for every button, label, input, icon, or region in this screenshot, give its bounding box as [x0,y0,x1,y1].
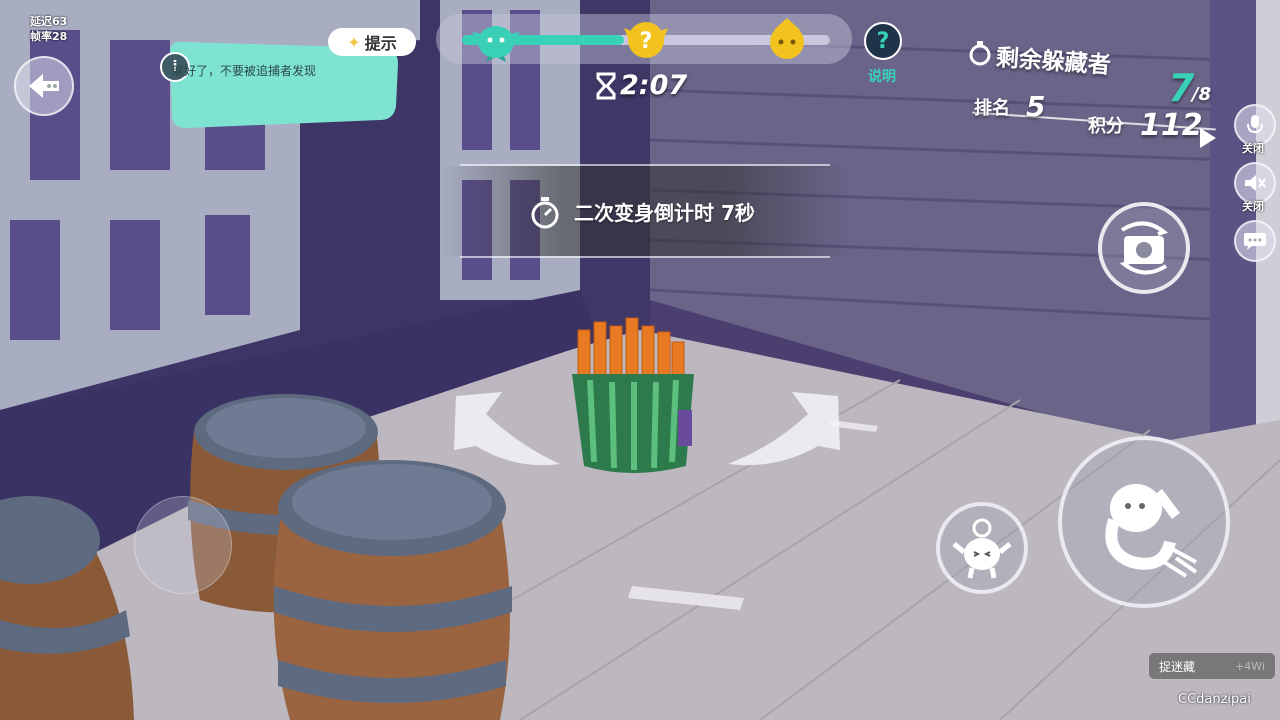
stopwatch-small-icon [969,41,991,66]
svg-text:?: ? [640,29,653,54]
barrel-front [273,460,512,720]
chat-button[interactable] [1234,220,1276,262]
movement-joystick[interactable] [134,496,232,594]
help-button[interactable]: ? [864,22,902,60]
mic-label: 关闭 [1242,142,1264,155]
hide-and-seek-label: 捉迷藏 [1159,659,1196,674]
question-icon: ? [876,28,890,54]
mascot-dash-icon [1105,484,1198,578]
camera-swap-button[interactable] [1098,202,1190,294]
hide-and-seek-bonus: +4Wi [1235,659,1265,673]
emote-button[interactable] [936,502,1028,594]
remaining-total: /8 [1192,84,1212,105]
latency-text: 延迟63 [30,15,68,28]
timer-value: 2:07 [620,70,688,101]
hider-mascot-icon [472,26,520,62]
watermark: CCdanzipai [1178,692,1251,707]
remaining-title: 剩余躲藏者 [995,45,1112,79]
expand-arrow-icon[interactable] [1200,128,1216,148]
question-mascot-icon: ? [624,22,668,58]
rank-value: 5 [1026,90,1046,123]
rank-label: 排名 [974,98,1010,119]
points-label: 积分 [1088,116,1124,137]
hint-tag-label: 提示 [364,34,397,53]
hourglass-icon [596,72,616,99]
round-timer: 2:07 [596,70,687,101]
sound-label: 关闭 [1242,200,1264,213]
framerate-text: 帧率28 [30,30,68,43]
back-button[interactable] [14,56,74,116]
hint-message: 躲好了，不要被追捕者发现 [172,64,317,78]
remaining-count: 7 [1168,66,1195,110]
chat-bubble-icon [1244,233,1266,250]
mascot-emote-icon [952,518,1012,579]
camera-rotate-icon [1119,221,1169,275]
hint-tag: ✦ 提示 [328,28,416,56]
back-arrow-icon [29,74,59,98]
hide-and-seek-button[interactable]: 捉迷藏 +4Wi [1148,652,1276,680]
help-label[interactable]: 说明 [862,66,902,86]
points-value: 112 [1140,108,1203,143]
transform-countdown-text: 二次变身倒计时 7秒 [574,201,755,225]
dash-button[interactable] [1058,436,1230,608]
catcher-mascot-icon [770,18,804,59]
performance-stats: 延迟63 帧率28 [30,14,67,44]
sparkle-icon: ✦ [347,32,361,52]
countdown-clock-icon [531,197,559,229]
speaker-muted-icon [1245,175,1266,191]
microphone-icon [1247,115,1263,134]
